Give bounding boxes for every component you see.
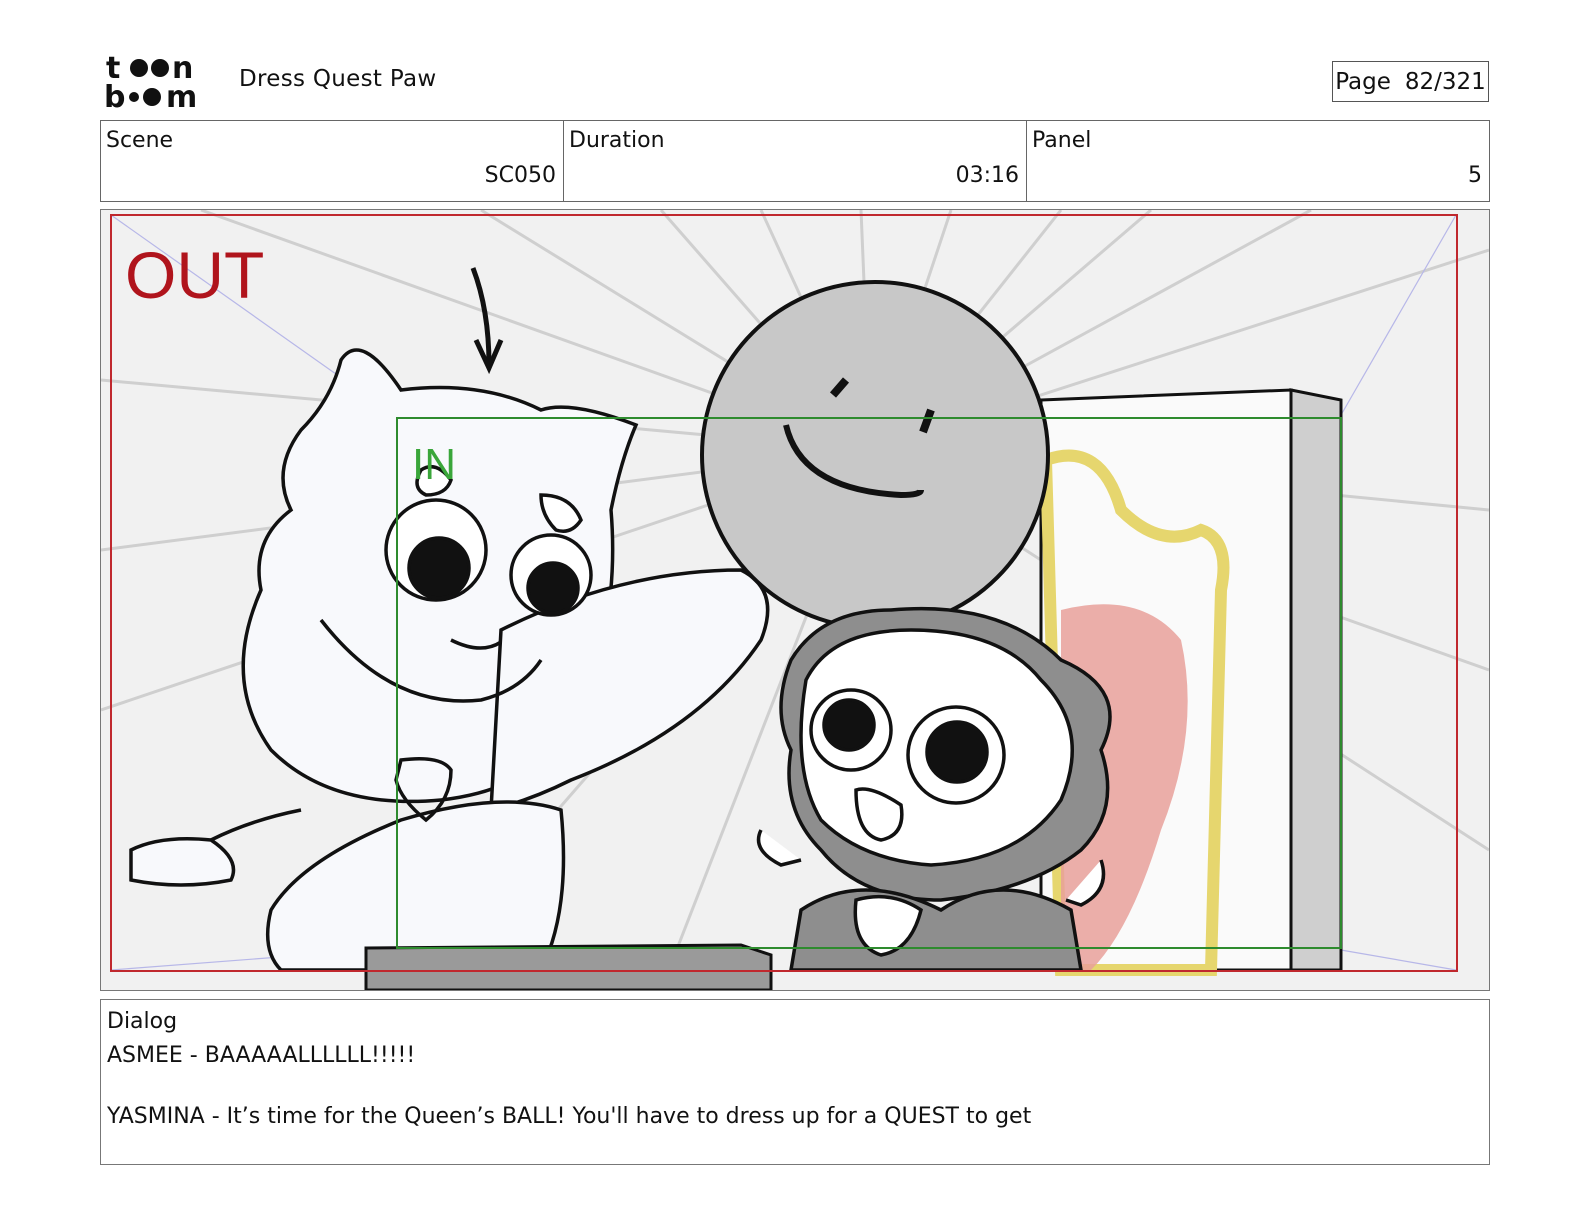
panel-info-table: Scene SC050 Duration 03:16 Panel 5 <box>100 120 1490 202</box>
toon-boom-logo: t n b m <box>104 51 216 115</box>
scene-value: SC050 <box>484 163 556 188</box>
scene-label: Scene <box>106 128 174 153</box>
storyboard-panel <box>100 209 1490 991</box>
duration-label: Duration <box>569 128 665 153</box>
panel-value: 5 <box>1468 163 1482 188</box>
duration-cell: Duration 03:16 <box>564 121 1027 201</box>
page-label: Page <box>1335 68 1391 95</box>
panel-cell: Panel 5 <box>1027 121 1489 201</box>
page-indicator: Page 82/321 <box>1332 61 1489 102</box>
page-value: 82/321 <box>1404 68 1486 95</box>
svg-text:b: b <box>104 80 125 110</box>
in-frame-label: IN <box>412 440 456 489</box>
svg-text:m: m <box>166 80 197 110</box>
ball <box>700 280 1050 630</box>
asmee-figure <box>756 606 1112 972</box>
dialog-line: ASMEE - BAAAAALLLLLL!!!!! <box>107 1043 416 1068</box>
dialog-box: Dialog ASMEE - BAAAAALLLLLL!!!!! YASMINA… <box>100 999 1490 1165</box>
scene-cell: Scene SC050 <box>101 121 564 201</box>
panel-label: Panel <box>1032 128 1092 153</box>
dialog-line: YASMINA - It’s time for the Queen’s BALL… <box>107 1104 1032 1129</box>
project-title: Dress Quest Paw <box>239 66 437 92</box>
storyboard-drawing <box>101 210 1489 990</box>
out-frame-label: OUT <box>125 238 265 312</box>
duration-value: 03:16 <box>955 163 1019 188</box>
dialog-label: Dialog <box>107 1009 178 1034</box>
